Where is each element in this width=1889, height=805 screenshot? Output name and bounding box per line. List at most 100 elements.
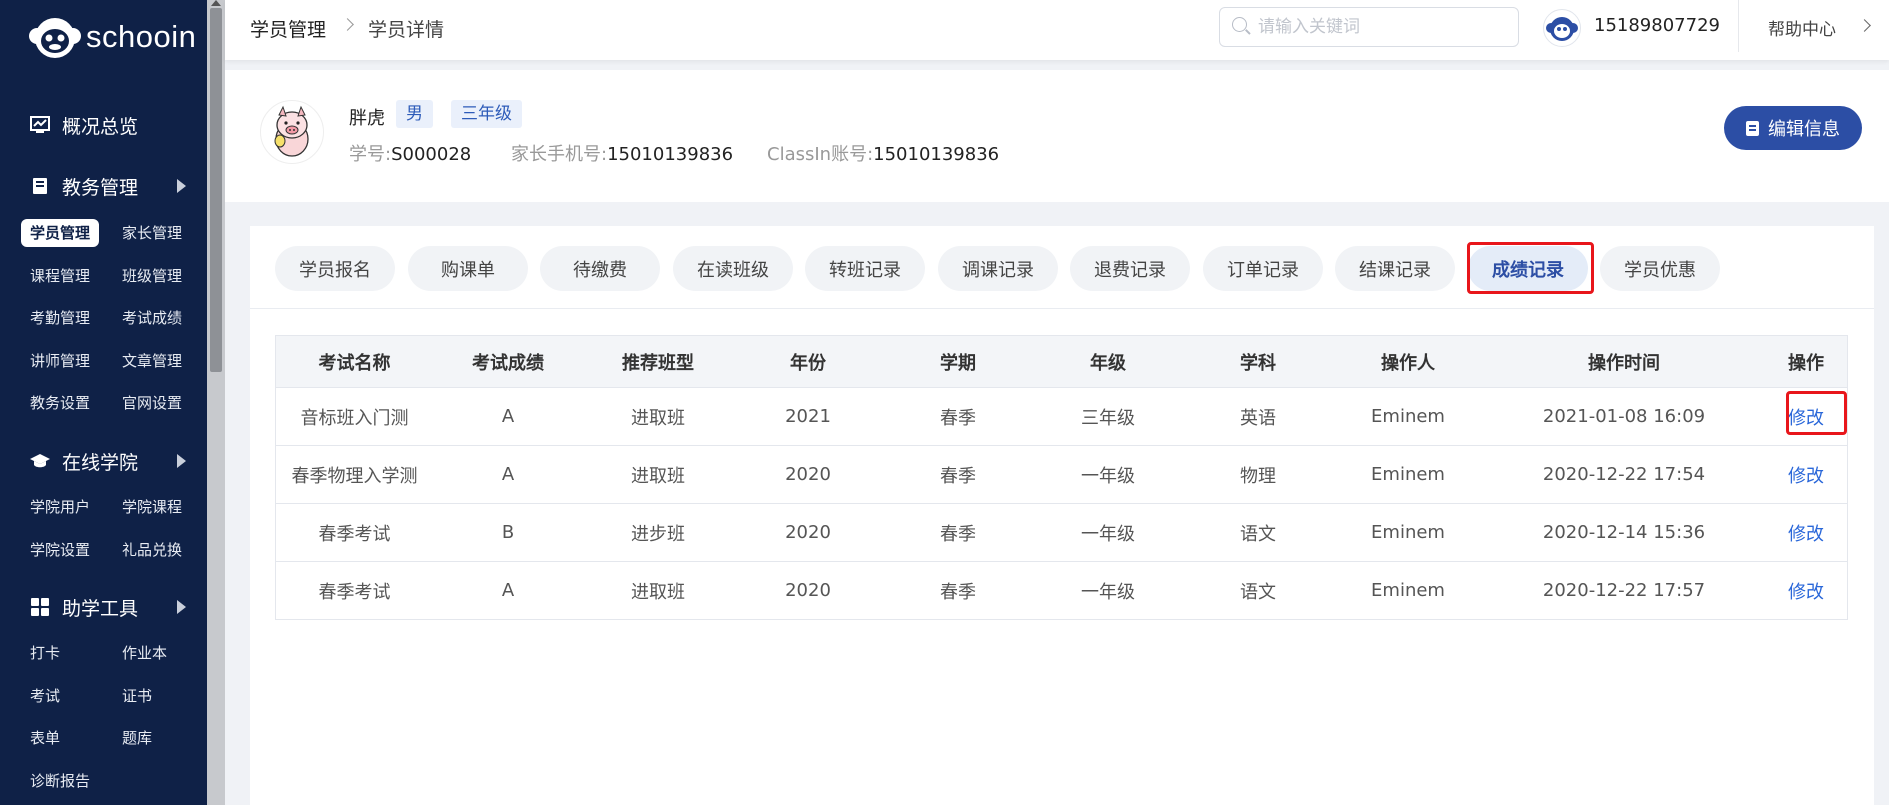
classin-label: ClassIn账号:: [767, 144, 874, 165]
tab-order-records[interactable]: 订单记录: [1203, 246, 1323, 291]
tab-student-discounts[interactable]: 学员优惠: [1600, 246, 1720, 291]
top-header: 学员管理 学员详情 15189807729 帮助中心: [225, 0, 1889, 60]
chart-icon: [30, 116, 50, 134]
action-cell: 修改: [1765, 387, 1848, 446]
sidebar-item-website-settings[interactable]: 官网设置: [113, 389, 191, 417]
sidebar-item-exam[interactable]: 考试: [21, 682, 69, 710]
tab-current-classes[interactable]: 在读班级: [673, 246, 793, 291]
column-header: 操作人: [1333, 335, 1483, 388]
modify-link[interactable]: 修改: [1788, 524, 1824, 545]
tab-enrollment[interactable]: 学员报名: [275, 246, 395, 291]
sidebar-item-exam-scores[interactable]: 考试成绩: [113, 304, 191, 332]
table-row: 春季考试 B 进步班 2020 春季 一年级 语文 Eminem 2020-12…: [275, 503, 1848, 562]
parent-phone-value: 15010139836: [607, 144, 734, 165]
breadcrumb-student-management[interactable]: 学员管理: [250, 15, 326, 42]
records-panel: 学员报名 购课单 待缴费 在读班级 转班记录 调课记录 退费记录 订单记录 结课…: [250, 226, 1874, 805]
sidebar-scrollbar[interactable]: [207, 0, 225, 805]
table-cell: 进取班: [583, 561, 733, 620]
user-phone[interactable]: 15189807729: [1594, 15, 1720, 36]
caret-right-icon: [177, 600, 186, 614]
sidebar-item-teacher-management[interactable]: 讲师管理: [21, 347, 99, 375]
caret-right-icon: [177, 179, 186, 193]
sidebar-group-academic[interactable]: 教务管理: [30, 171, 186, 201]
table-cell: 2020-12-22 17:57: [1483, 561, 1765, 620]
table-header-row: 考试名称 考试成绩 推荐班型 年份 学期 年级 学科 操作人 操作时间 操作: [275, 335, 1848, 388]
sidebar-item-class-management[interactable]: 班级管理: [113, 262, 191, 290]
table-cell: 三年级: [1033, 387, 1183, 446]
tab-completion-records[interactable]: 结课记录: [1335, 246, 1455, 291]
monkey-logo-icon: [28, 14, 82, 60]
search-input[interactable]: [1256, 14, 1510, 40]
highlight-box: [1467, 242, 1594, 294]
book-icon: [30, 177, 50, 195]
student-no-value: S000028: [391, 144, 472, 165]
student-name: 胖虎: [349, 108, 385, 129]
action-cell: 修改: [1765, 561, 1848, 620]
table-cell: 春季: [883, 387, 1033, 446]
edit-info-button[interactable]: 编辑信息: [1724, 106, 1862, 150]
sidebar-item-academy-courses[interactable]: 学院课程: [113, 493, 191, 521]
sidebar-item-student-management[interactable]: 学员管理: [21, 219, 100, 247]
sidebar-group-study-tools[interactable]: 助学工具: [30, 592, 186, 622]
column-header: 年份: [733, 335, 883, 388]
sidebar-group-label: 概况总览: [62, 115, 139, 138]
parent-phone-label: 家长手机号:: [511, 144, 608, 165]
sidebar-item-certificate[interactable]: 证书: [113, 682, 161, 710]
chevron-right-icon: [341, 18, 354, 31]
sidebar-item-academic-settings[interactable]: 教务设置: [21, 389, 99, 417]
column-header: 操作时间: [1483, 335, 1765, 388]
score-records-table: 考试名称 考试成绩 推荐班型 年份 学期 年级 学科 操作人 操作时间 操作 音…: [275, 335, 1848, 620]
chevron-right-icon[interactable]: [1858, 19, 1871, 32]
tab-class-transfer[interactable]: 转班记录: [805, 246, 925, 291]
table-cell: Eminem: [1333, 445, 1483, 504]
sidebar-group-label: 教务管理: [62, 176, 139, 199]
sidebar-group-online-academy[interactable]: 在线学院: [30, 446, 186, 476]
modify-link[interactable]: 修改: [1788, 582, 1824, 603]
table-cell: 进步班: [583, 503, 733, 562]
table-cell: 春季考试: [275, 503, 433, 562]
tabs-divider: [250, 308, 1874, 309]
modify-link[interactable]: 修改: [1788, 466, 1824, 487]
action-cell: 修改: [1765, 503, 1848, 562]
sidebar-group-label: 助学工具: [62, 597, 139, 620]
logo[interactable]: schooin: [28, 12, 196, 62]
scroll-up-arrow-icon[interactable]: [211, 0, 221, 6]
scroll-thumb[interactable]: [210, 8, 222, 372]
sidebar-item-checkin[interactable]: 打卡: [21, 639, 69, 667]
help-center-link[interactable]: 帮助中心: [1768, 15, 1836, 40]
sidebar-item-form[interactable]: 表单: [21, 724, 69, 752]
search-box[interactable]: [1219, 7, 1519, 47]
breadcrumb-student-detail: 学员详情: [368, 19, 445, 41]
table-cell: 2021: [733, 387, 883, 446]
table-cell: 2020: [733, 561, 883, 620]
sidebar-item-homework[interactable]: 作业本: [113, 639, 176, 667]
classin-field: ClassIn账号:15010139836: [767, 140, 999, 166]
sidebar-item-question-bank[interactable]: 题库: [113, 724, 161, 752]
table-cell: 2021-01-08 16:09: [1483, 387, 1765, 446]
sidebar-item-academy-settings[interactable]: 学院设置: [21, 536, 99, 564]
grid-icon: [30, 598, 50, 616]
sidebar-item-academy-users[interactable]: 学院用户: [21, 493, 99, 521]
logo-text: schooin: [86, 19, 197, 54]
table-cell: B: [433, 503, 583, 562]
sidebar-item-course-management[interactable]: 课程管理: [21, 262, 99, 290]
gender-tag: 男: [396, 100, 433, 128]
sidebar-group-label: 在线学院: [62, 451, 139, 474]
table-cell: Eminem: [1333, 387, 1483, 446]
tab-lesson-adjustment[interactable]: 调课记录: [938, 246, 1058, 291]
sidebar-item-gift-exchange[interactable]: 礼品兑换: [113, 536, 191, 564]
sidebar-item-article-management[interactable]: 文章管理: [113, 347, 191, 375]
sidebar-item-diagnostic-report[interactable]: 诊断报告: [21, 767, 99, 795]
action-cell: 修改: [1765, 445, 1848, 504]
tab-pending-payment[interactable]: 待缴费: [540, 246, 660, 291]
student-no-field: 学号:S000028: [349, 140, 471, 166]
sidebar-group-overview[interactable]: 概况总览: [30, 110, 180, 140]
sidebar-item-parent-management[interactable]: 家长管理: [113, 219, 191, 247]
sidebar-item-attendance[interactable]: 考勤管理: [21, 304, 99, 332]
table-cell: 春季考试: [275, 561, 433, 620]
tab-purchase-orders[interactable]: 购课单: [408, 246, 528, 291]
tab-refund-records[interactable]: 退费记录: [1070, 246, 1190, 291]
column-header: 学科: [1183, 335, 1333, 388]
user-avatar[interactable]: [1543, 9, 1581, 47]
graduation-cap-icon: [30, 452, 50, 470]
